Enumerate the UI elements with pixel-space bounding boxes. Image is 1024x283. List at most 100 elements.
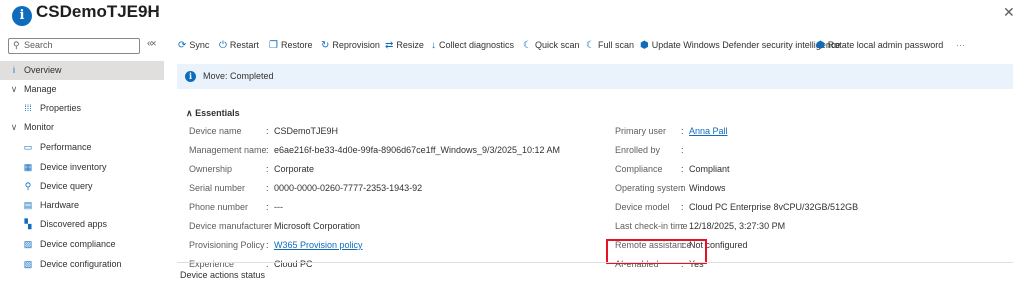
toolbar-rotate-local-admin-password-button[interactable]: ⬢ Rotate local admin password xyxy=(816,40,943,51)
essentials-value: Cloud PC xyxy=(274,259,313,269)
sidebar-item-performance[interactable]: ▭ Performance xyxy=(0,138,164,157)
collapse-sidebar-icon[interactable]: « xyxy=(147,38,153,49)
sidebar-item-device-compliance[interactable]: ▨ Device compliance xyxy=(0,235,164,254)
search-input[interactable]: ⚲ Search ⨯ xyxy=(8,38,157,54)
sidebar-item-discovered-apps[interactable]: ▚ Discovered apps xyxy=(0,215,164,234)
defender-update-icon: ⬢ xyxy=(640,40,649,51)
toolbar-label: Quick scan xyxy=(534,40,580,50)
search-icon: ⚲ xyxy=(13,40,20,50)
sidebar-item-label: Performance xyxy=(40,142,92,152)
essentials-label: Device name xyxy=(189,126,242,136)
separator-colon: : xyxy=(681,126,684,136)
download-icon: ↓ xyxy=(431,40,436,51)
essentials-value: CSDemoTJE9H xyxy=(274,126,339,136)
sidebar-item-label: Device configuration xyxy=(40,259,122,269)
essentials-value: 0000-0000-0260-7777-2353-1943-92 xyxy=(274,183,423,193)
separator-colon: : xyxy=(266,183,269,193)
separator-colon: : xyxy=(266,221,269,231)
toolbar-quick-scan-button[interactable]: ☾ Quick scan xyxy=(523,40,580,51)
defender-icon: ☾ xyxy=(586,40,595,51)
toolbar-update-windows-defender-security-intelligence-button[interactable]: ⬢ Update Windows Defender security intell… xyxy=(640,40,840,51)
toolbar-label: Collect diagnostics xyxy=(439,40,515,50)
sidebar-item-label: Device query xyxy=(40,181,93,191)
toolbar-full-scan-button[interactable]: ☾ Full scan xyxy=(586,40,634,51)
device-actions-status-heading: Device actions status xyxy=(180,270,266,280)
highlight-box xyxy=(606,239,707,264)
toolbar-restart-button[interactable]: ⏻ Restart xyxy=(219,40,259,51)
essentials-label: Operating system xyxy=(615,183,686,193)
essentials-label: Phone number xyxy=(189,202,249,212)
toolbar-reprovision-button[interactable]: ↻ Reprovision xyxy=(321,40,380,51)
sidebar-item-monitor[interactable]: ∨ Monitor xyxy=(0,118,164,137)
separator-colon: : xyxy=(266,126,269,136)
separator-colon: : xyxy=(266,240,269,250)
apps-icon: ▚ xyxy=(24,219,32,229)
reprovision-icon: ↻ xyxy=(321,40,330,51)
separator-colon: : xyxy=(681,221,684,231)
essentials-value-link[interactable]: W365 Provision policy xyxy=(274,240,363,250)
toolbar-restore-button[interactable]: ❐ Restore xyxy=(269,40,312,51)
restore-icon: ❐ xyxy=(269,40,278,51)
sidebar-item-label: Hardware xyxy=(40,200,80,210)
sidebar-item-label: Manage xyxy=(24,84,57,94)
toolbar-more-button[interactable]: ··· xyxy=(956,40,965,50)
essentials-label: Device model xyxy=(615,202,670,212)
sync-icon: ⟳ xyxy=(178,40,187,51)
essentials-label: Device manufacturer xyxy=(189,221,273,231)
close-icon[interactable]: ✕ xyxy=(1003,4,1015,21)
divider xyxy=(177,262,1013,263)
sidebar-item-device-inventory[interactable]: ▦ Device inventory xyxy=(0,158,164,177)
sidebar-item-device-configuration[interactable]: ▧ Device configuration xyxy=(0,255,164,274)
toolbar-label: Reprovision xyxy=(332,40,380,50)
sidebar-item-label: Overview xyxy=(24,65,62,75)
sidebar-item-label: Device compliance xyxy=(40,239,116,249)
sidebar-item-overview[interactable]: i Overview xyxy=(0,61,164,80)
sidebar-item-properties[interactable]: ⁞⁞⁞ Properties xyxy=(0,99,164,118)
essentials-label: Ownership xyxy=(189,164,233,174)
sidebar-item-label: Device inventory xyxy=(40,162,107,172)
essentials-value: e6ae216f-be33-4d0e-99fa-8906d67ce1ff_Win… xyxy=(274,145,561,155)
toolbar-label: Rotate local admin password xyxy=(827,40,944,50)
resize-icon: ⇄ xyxy=(385,40,394,51)
essentials-value: 12/18/2025, 3:27:30 PM xyxy=(689,221,786,231)
separator-colon: : xyxy=(266,164,269,174)
more-options-icon[interactable]: ··· xyxy=(146,4,161,18)
essentials-heading: Essentials xyxy=(195,108,240,118)
properties-icon: ⁞⁞⁞ xyxy=(24,103,32,113)
toolbar-resize-button[interactable]: ⇄ Resize xyxy=(385,40,424,51)
toolbar-label: Update Windows Defender security intelli… xyxy=(651,40,841,50)
hardware-icon: ▤ xyxy=(23,200,33,210)
essentials-value: Windows xyxy=(689,183,726,193)
essentials-label: Serial number xyxy=(189,183,246,193)
separator-colon: : xyxy=(681,202,684,212)
sidebar-item-manage[interactable]: ∨ Manage xyxy=(0,80,164,99)
configuration-icon: ▧ xyxy=(23,259,33,269)
essentials-toggle[interactable]: ∧ Essentials xyxy=(186,108,240,119)
sidebar-item-hardware[interactable]: ▤ Hardware xyxy=(0,196,164,215)
separator-colon: : xyxy=(681,183,684,193)
essentials-label: Enrolled by xyxy=(615,145,661,155)
separator-colon: : xyxy=(266,259,269,269)
defender-icon: ☾ xyxy=(523,40,532,51)
toolbar-label: Restart xyxy=(229,40,259,50)
toolbar-label: Restore xyxy=(280,40,313,50)
rotate-password-icon: ⬢ xyxy=(816,40,825,51)
sidebar-item-label: Monitor xyxy=(24,122,55,132)
page-title: CSDemoTJE9H xyxy=(36,2,160,21)
toolbar-collect-diagnostics-button[interactable]: ↓ Collect diagnostics xyxy=(431,40,514,51)
toolbar-label: Resize xyxy=(396,40,424,50)
performance-icon: ▭ xyxy=(23,142,33,152)
essentials-value: Microsoft Corporation xyxy=(274,221,361,231)
essentials-label: Provisioning Policy xyxy=(189,240,265,250)
device-info-icon: i xyxy=(12,6,32,26)
chevron-up-icon: ∧ xyxy=(186,108,193,118)
toolbar-sync-button[interactable]: ⟳ Sync xyxy=(178,40,209,51)
essentials-label: Management name xyxy=(189,145,267,155)
sidebar-item-label: Discovered apps xyxy=(40,219,108,229)
toolbar-label: ··· xyxy=(956,40,965,50)
essentials-value-link[interactable]: Anna Pall xyxy=(689,126,728,136)
chevron-down-icon: ∨ xyxy=(10,84,18,94)
essentials-label: Primary user xyxy=(615,126,667,136)
sidebar-item-device-query[interactable]: ⚲ Device query xyxy=(0,177,164,196)
separator-colon: : xyxy=(266,145,269,155)
